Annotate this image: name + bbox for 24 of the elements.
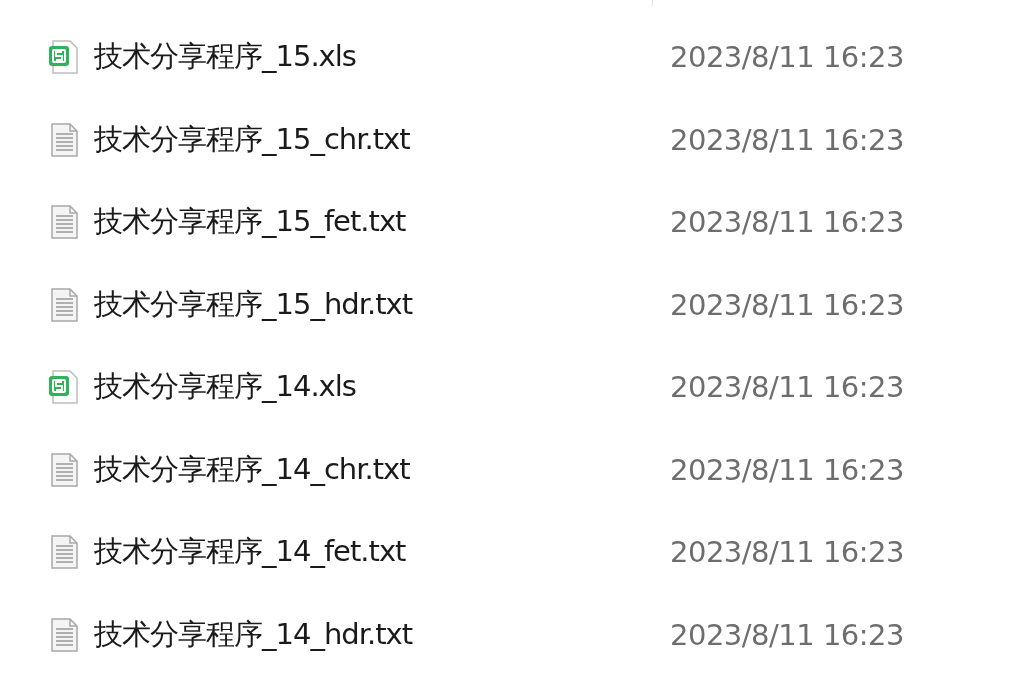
- modified-date: 2023/8/11 16:23: [670, 452, 904, 487]
- modified-date: 2023/8/11 16:23: [670, 370, 904, 405]
- file-name[interactable]: 技术分享程序_15_chr.txt: [94, 119, 410, 160]
- file-name[interactable]: 技术分享程序_14_fet.txt: [94, 532, 406, 573]
- text-file-icon: [48, 451, 80, 488]
- modified-date: 2023/8/11 16:23: [670, 205, 904, 240]
- file-name[interactable]: 技术分享程序_14_chr.txt: [94, 449, 410, 490]
- file-name[interactable]: 技术分享程序_14_hdr.txt: [94, 614, 413, 655]
- file-name[interactable]: 技术分享程序_15.xls: [94, 37, 356, 78]
- modified-date: 2023/8/11 16:23: [670, 535, 904, 570]
- spreadsheet-file-icon: [48, 369, 80, 406]
- file-name[interactable]: 技术分享程序_15_hdr.txt: [94, 284, 413, 325]
- modified-date: 2023/8/11 16:23: [670, 40, 904, 75]
- text-file-icon: [48, 121, 80, 158]
- modified-date: 2023/8/11 16:23: [670, 617, 904, 652]
- modified-date: 2023/8/11 16:23: [670, 287, 904, 322]
- modified-date: 2023/8/11 16:23: [670, 122, 904, 157]
- spreadsheet-file-icon: [48, 39, 80, 76]
- file-name[interactable]: 技术分享程序_14.xls: [94, 367, 356, 408]
- text-file-icon: [48, 616, 80, 653]
- text-file-icon: [48, 534, 80, 571]
- text-file-icon: [48, 204, 80, 241]
- file-name[interactable]: 技术分享程序_15_fet.txt: [94, 202, 406, 243]
- text-file-icon: [48, 286, 80, 323]
